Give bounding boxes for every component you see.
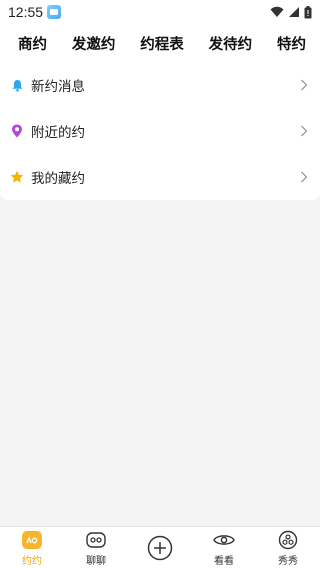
tab-fayaoyue[interactable]: 发邀约 (72, 33, 116, 54)
nav-label: 聊聊 (86, 555, 106, 567)
nav-item-add[interactable] (128, 527, 192, 569)
add-circle-icon (147, 535, 173, 561)
star-icon (10, 170, 24, 184)
tab-teyue[interactable]: 特约 (277, 33, 306, 54)
chevron-right-icon (300, 76, 308, 95)
nav-label: 约约 (22, 555, 42, 567)
location-pin-icon (10, 124, 24, 138)
tab-yuechengbiao[interactable]: 约程表 (140, 33, 184, 54)
top-tab-bar: 商约 发邀约 约程表 发待约 特约 (0, 24, 320, 62)
nav-label: 秀秀 (278, 555, 298, 567)
battery-icon (304, 5, 312, 18)
tab-fadaiyue[interactable]: 发待约 (209, 33, 253, 54)
tab-shangyue[interactable]: 商约 (18, 33, 47, 54)
nav-item-yueyue[interactable]: 约约 (0, 527, 64, 569)
bottom-nav: 约约 聊聊 看看 秀秀 (0, 526, 320, 569)
chevron-right-icon (300, 122, 308, 141)
chevron-right-icon (300, 168, 308, 187)
yueyue-icon (22, 530, 42, 550)
menu-card: 新约消息 附近的约 我的藏约 (0, 62, 320, 200)
menu-item-favorites[interactable]: 我的藏约 (0, 154, 320, 200)
nav-item-liaoliao[interactable]: 聊聊 (64, 527, 128, 569)
signal-icon (289, 7, 299, 17)
menu-item-label: 附近的约 (31, 125, 85, 141)
status-time: 12:55 (8, 4, 44, 20)
eye-icon (213, 530, 235, 550)
nav-item-xiuxiu[interactable]: 秀秀 (256, 527, 320, 569)
status-icons (270, 5, 312, 19)
show-icon (278, 530, 298, 550)
nav-item-kankan[interactable]: 看看 (192, 527, 256, 569)
menu-item-label: 新约消息 (31, 79, 85, 95)
wifi-icon (270, 6, 284, 17)
app-notification-icon (47, 5, 62, 19)
bell-icon (10, 78, 24, 92)
nav-label: 看看 (214, 555, 234, 567)
status-bar: 12:55 (0, 0, 320, 24)
menu-item-nearby[interactable]: 附近的约 (0, 108, 320, 154)
chat-icon (86, 530, 106, 550)
menu-item-label: 我的藏约 (31, 171, 85, 187)
menu-item-new-messages[interactable]: 新约消息 (0, 62, 320, 108)
